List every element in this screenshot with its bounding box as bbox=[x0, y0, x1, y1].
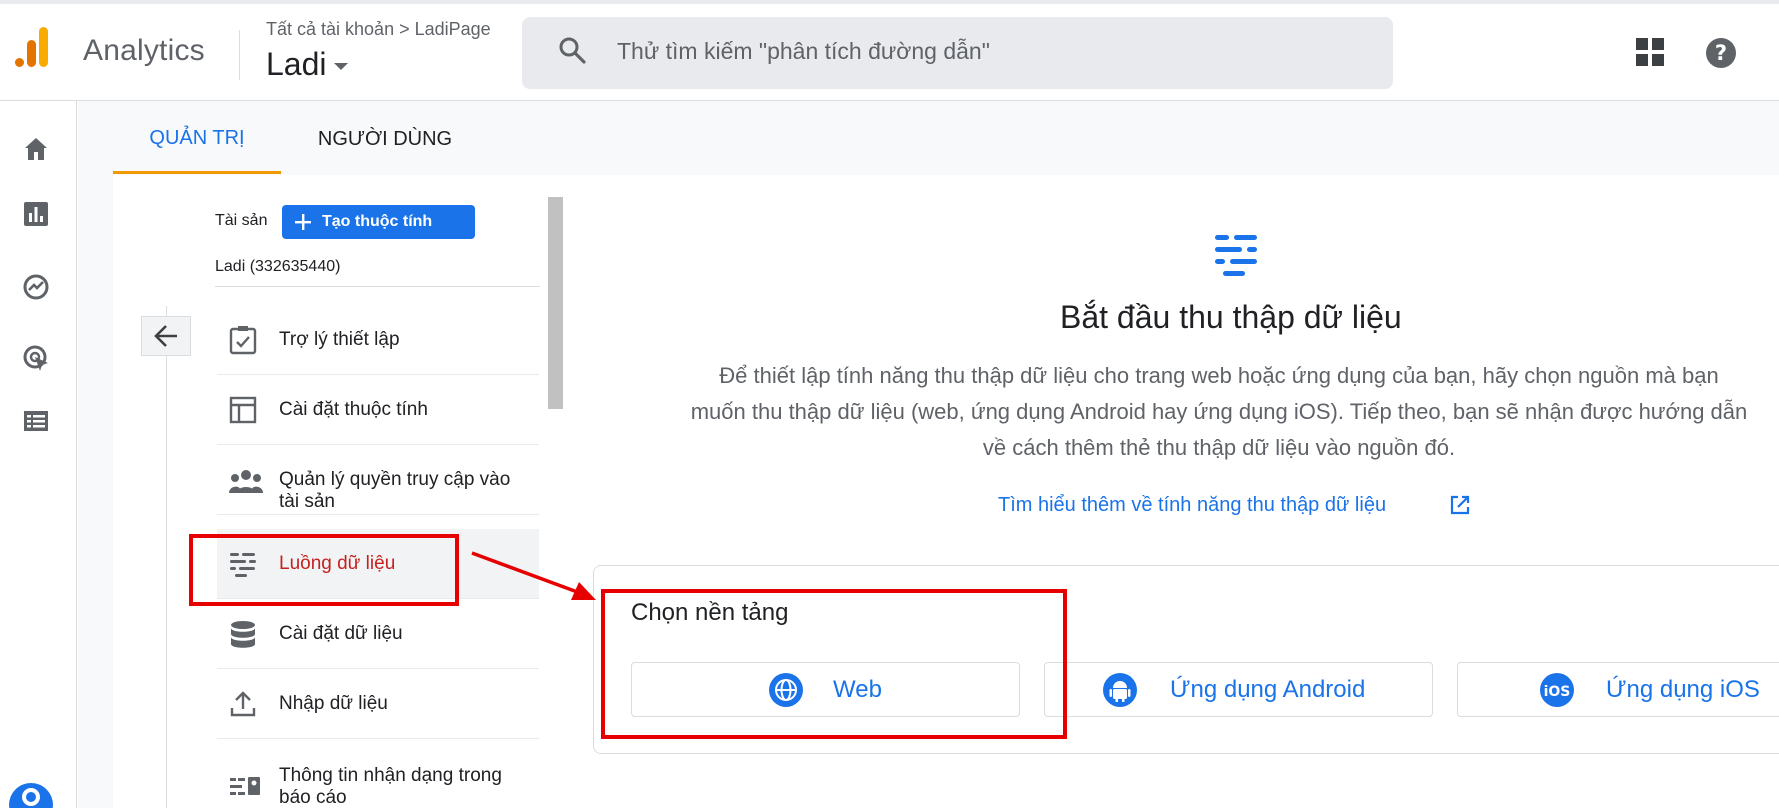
description-line: Để thiết lập tính năng thu thập dữ liệu … bbox=[719, 363, 1719, 388]
nav-item-data-import[interactable]: Nhập dữ liệu bbox=[217, 669, 539, 739]
nav-item-label: Trợ lý thiết lập bbox=[279, 329, 400, 350]
page-title: Bắt đầu thu thập dữ liệu bbox=[1060, 299, 1402, 335]
people-icon bbox=[229, 469, 263, 493]
svg-text:?: ? bbox=[1715, 41, 1727, 65]
nav-item-label: Quản lý quyền truy cập vào tài sản bbox=[279, 469, 511, 512]
nav-item-reporting-identity[interactable]: Thông tin nhận dạng trong báo cáo bbox=[217, 739, 539, 808]
account-picker[interactable]: Ladi bbox=[266, 46, 327, 83]
configure-icon[interactable] bbox=[22, 407, 50, 435]
advertising-icon[interactable] bbox=[22, 344, 50, 372]
nav-item-label: Nhập dữ liệu bbox=[279, 693, 388, 714]
arrow-back-icon bbox=[153, 324, 179, 348]
gear-icon[interactable] bbox=[9, 783, 53, 808]
left-rail bbox=[0, 101, 77, 808]
reporting-identity-icon bbox=[229, 774, 261, 798]
explore-icon[interactable] bbox=[22, 273, 50, 301]
reports-icon[interactable] bbox=[22, 200, 50, 228]
checklist-icon bbox=[229, 325, 257, 355]
create-property-label: Tạo thuộc tính bbox=[322, 213, 433, 230]
analytics-logo-icon[interactable] bbox=[15, 27, 49, 67]
home-icon[interactable] bbox=[22, 135, 50, 163]
annotation-arrow bbox=[470, 545, 600, 605]
create-property-button[interactable]: Tạo thuộc tính bbox=[282, 205, 475, 239]
description-line: về cách thêm thẻ thu thập dữ liệu vào ng… bbox=[982, 435, 1456, 460]
caret-down-icon[interactable] bbox=[334, 63, 348, 70]
tab-admin[interactable]: QUẢN TRỊ bbox=[113, 105, 281, 174]
scrollbar[interactable] bbox=[548, 197, 563, 409]
layout-icon bbox=[229, 396, 257, 424]
database-icon bbox=[229, 620, 257, 650]
nav-item-label: Thông tin nhận dạng trong báo cáo bbox=[279, 765, 502, 808]
property-name[interactable]: Ladi (332635440) bbox=[215, 258, 340, 276]
description-line: muốn thu thập dữ liệu (web, ứng dụng And… bbox=[690, 399, 1748, 424]
ios-platform-button[interactable]: iOS Ứng dụng iOS bbox=[1457, 662, 1779, 717]
header-divider bbox=[239, 30, 240, 80]
data-streams-icon bbox=[1213, 233, 1259, 279]
help-icon[interactable]: ? bbox=[1705, 37, 1737, 69]
ios-icon: iOS bbox=[1539, 672, 1575, 708]
android-platform-button[interactable]: Ứng dụng Android bbox=[1044, 662, 1433, 717]
back-button[interactable] bbox=[141, 316, 191, 356]
nav-item-label: Cài đặt thuộc tính bbox=[279, 399, 428, 420]
android-label: Ứng dụng Android bbox=[1170, 676, 1366, 703]
breadcrumb[interactable]: Tất cả tài khoản > LadiPage bbox=[266, 19, 491, 40]
nav-item-property-access[interactable]: Quản lý quyền truy cập vào tài sản bbox=[217, 445, 539, 515]
annotation-highlight-box bbox=[189, 534, 459, 606]
upload-icon bbox=[229, 690, 257, 718]
search-icon[interactable] bbox=[558, 36, 586, 64]
app-title: Analytics bbox=[83, 34, 205, 67]
nav-item-setup-assistant[interactable]: Trợ lý thiết lập bbox=[217, 305, 539, 375]
search-input[interactable]: Thử tìm kiếm "phân tích đường dẫn" bbox=[617, 38, 990, 65]
ios-label: Ứng dụng iOS bbox=[1606, 676, 1760, 703]
apps-grid-icon[interactable] bbox=[1636, 38, 1664, 66]
tree-line bbox=[166, 306, 167, 808]
nav-item-property-settings[interactable]: Cài đặt thuộc tính bbox=[217, 375, 539, 445]
svg-text:iOS: iOS bbox=[1544, 684, 1571, 700]
nav-item-label: Cài đặt dữ liệu bbox=[279, 623, 403, 644]
android-icon bbox=[1102, 672, 1138, 708]
learn-more-link[interactable]: Tìm hiểu thêm về tính năng thu thập dữ l… bbox=[998, 494, 1386, 517]
tab-users[interactable]: NGƯỜI DÙNG bbox=[300, 105, 470, 174]
divider bbox=[215, 286, 540, 287]
annotation-highlight-box bbox=[601, 589, 1067, 739]
nav-item-data-settings[interactable]: Cài đặt dữ liệu bbox=[217, 599, 539, 669]
description: Để thiết lập tính năng thu thập dữ liệu … bbox=[659, 358, 1779, 466]
external-link-icon[interactable] bbox=[1449, 494, 1471, 516]
property-label: Tài sản bbox=[215, 212, 268, 229]
plus-icon bbox=[295, 214, 311, 230]
